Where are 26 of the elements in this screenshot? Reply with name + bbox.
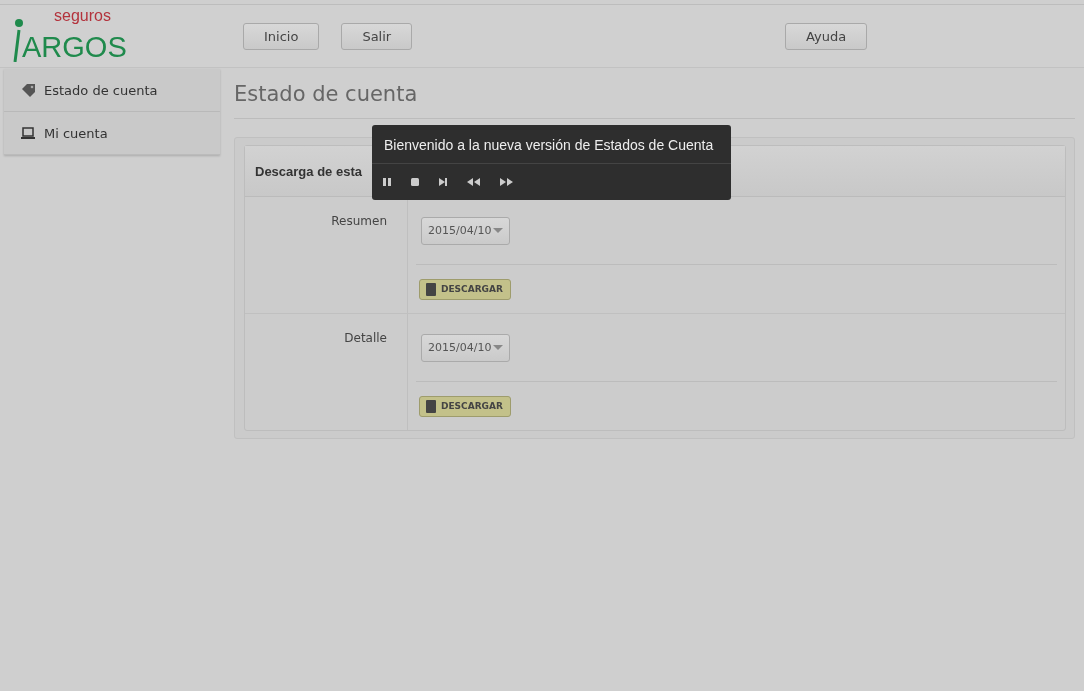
sidebar-item[interactable]: Estado de cuenta (4, 69, 220, 112)
logo-wordmark: ARGOS (22, 32, 127, 62)
rewind-icon[interactable] (466, 176, 481, 188)
caret-icon (493, 228, 504, 233)
skip-forward-icon[interactable] (438, 176, 448, 188)
download-button[interactable]: DESCARGAR (419, 278, 511, 300)
logo-tagline: seguros (54, 8, 112, 24)
fast-forward-icon[interactable] (499, 176, 514, 188)
download-button[interactable]: DESCARGAR (419, 395, 511, 417)
date-dropdown[interactable]: 2015/04/10 (421, 333, 511, 362)
caret-icon (493, 345, 504, 350)
document-icon (426, 399, 436, 413)
field-label: Detalle (245, 314, 408, 430)
page-title: Estado de cuenta (234, 82, 1075, 119)
nav-button[interactable]: Inicio (243, 22, 320, 50)
sidebar-item[interactable]: Mi cuenta (4, 112, 220, 155)
document-icon (426, 282, 436, 296)
pause-icon[interactable] (382, 176, 392, 188)
nav-button[interactable]: Salir (341, 22, 413, 50)
help-button[interactable]: Ayuda (785, 22, 868, 50)
date-dropdown[interactable]: 2015/04/10 (421, 216, 511, 245)
tag-icon (20, 82, 36, 98)
panel-title: Descarga de esta (255, 163, 362, 179)
laptop-icon (20, 125, 36, 141)
stop-icon[interactable] (410, 176, 420, 188)
tooltip-text: Bienvenido a la nueva versión de Estados de Cuenta (372, 125, 731, 164)
